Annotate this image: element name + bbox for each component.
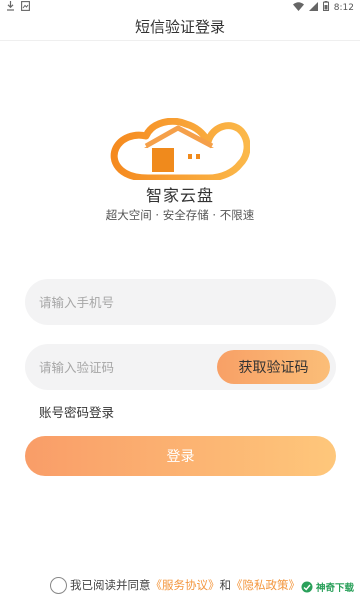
agree-radio[interactable]: [50, 576, 67, 594]
watermark-badge: 神奇下载: [298, 578, 356, 596]
terms-link[interactable]: 《服务协议》: [151, 577, 220, 593]
password-login-link[interactable]: 账号密码登录: [39, 402, 114, 421]
wifi-icon: [292, 1, 304, 14]
notification-icon: [21, 1, 30, 14]
privacy-link[interactable]: 《隐私政策》: [231, 577, 300, 593]
status-bar: 8:12: [0, 0, 360, 14]
app-slogan: 超大空间 · 安全存储 · 不限速: [105, 208, 255, 222]
get-code-button[interactable]: 获取验证码: [217, 350, 330, 384]
download-icon: [6, 1, 15, 14]
login-button[interactable]: 登录: [25, 436, 336, 476]
phone-input[interactable]: [25, 279, 336, 325]
battery-icon: [322, 1, 329, 14]
signal-icon: [308, 1, 318, 14]
agreement-conjunction: 和: [219, 578, 232, 592]
house-cloud-logo: [110, 118, 250, 180]
phone-field[interactable]: [25, 279, 336, 325]
page-title: 短信验证登录: [134, 18, 225, 36]
header-divider: [0, 40, 360, 41]
app-name: 智家云盘: [145, 186, 214, 205]
agreement-row: 我已阅读并同意 《服务协议》 和 《隐私政策》: [50, 576, 300, 594]
watermark-text: 神奇下载: [315, 583, 354, 594]
verification-code-input[interactable]: [25, 344, 205, 390]
watermark-icon: [301, 581, 313, 593]
code-field[interactable]: 获取验证码: [25, 344, 336, 390]
agreement-prefix: 我已阅读并同意: [70, 578, 151, 592]
status-time: 8:12: [333, 2, 354, 13]
